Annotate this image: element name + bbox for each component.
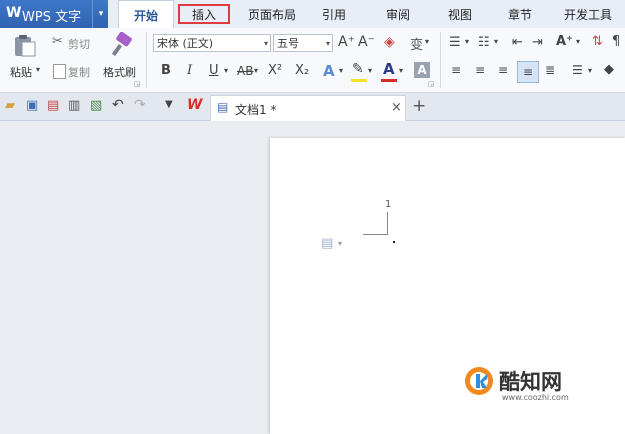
show-marks-icon[interactable]: ¶: [612, 34, 620, 49]
increase-indent-icon[interactable]: ⇥: [532, 35, 543, 50]
phonetic-guide-button[interactable]: 变: [410, 34, 423, 53]
redo-icon[interactable]: ↷: [134, 97, 146, 113]
ribbon-divider: [146, 32, 147, 88]
character-shading-button[interactable]: A: [414, 62, 430, 78]
line-spacing-icon[interactable]: ☰: [572, 63, 583, 77]
chevron-down-icon[interactable]: ▾: [576, 37, 580, 46]
tab-view[interactable]: 视图: [436, 0, 484, 28]
font-size-select[interactable]: 五号 ▾: [273, 34, 333, 52]
italic-button[interactable]: I: [187, 63, 192, 78]
chevron-down-icon[interactable]: ▾: [224, 66, 228, 75]
chevron-down-icon[interactable]: ▾: [399, 66, 403, 75]
tab-review[interactable]: 审阅: [374, 0, 422, 28]
bullet-list-icon[interactable]: ☰: [449, 35, 461, 50]
align-right-icon[interactable]: ≡: [498, 63, 508, 77]
copy-button[interactable]: 复制: [68, 64, 90, 80]
grow-font-button[interactable]: A⁺: [338, 34, 355, 50]
paste-dropdown-icon[interactable]: ▾: [36, 65, 40, 74]
chevron-down-icon: ▾: [325, 39, 330, 48]
paste-button[interactable]: 粘贴: [10, 64, 32, 80]
chevron-down-icon[interactable]: ▾: [425, 37, 429, 46]
text-cursor: [393, 241, 395, 243]
tab-page-layout[interactable]: 页面布局: [238, 0, 306, 28]
font-color-swatch: [381, 79, 397, 82]
format-painter-icon[interactable]: [108, 31, 134, 58]
tab-references[interactable]: 引用: [310, 0, 358, 28]
print-preview-icon[interactable]: ▧: [90, 98, 102, 113]
tab-sections[interactable]: 章节: [496, 0, 544, 28]
subscript-button[interactable]: X₂: [295, 63, 309, 78]
justify-icon[interactable]: ≡: [517, 61, 539, 83]
watermark-brand: 酷知网: [499, 370, 562, 394]
document-icon: ▤: [217, 100, 229, 114]
sort-icon[interactable]: ⇅: [592, 34, 603, 49]
highlighter-icon[interactable]: ✎: [352, 61, 364, 77]
app-menu-button[interactable]: W WPS 文字 ▾: [0, 0, 108, 28]
clear-format-icon[interactable]: ◈: [384, 34, 395, 50]
font-name-select[interactable]: 宋体 (正文) ▾: [153, 34, 271, 52]
chevron-down-icon[interactable]: ▾: [494, 37, 498, 46]
strikethrough-button[interactable]: AB: [237, 64, 253, 78]
document-page[interactable]: 1 酷知网 www.coozhi.com: [270, 138, 625, 434]
new-tab-button[interactable]: +: [412, 96, 426, 116]
shrink-font-button[interactable]: A⁻: [358, 34, 375, 50]
highlight-color-swatch: [351, 79, 367, 82]
app-title: WPS 文字: [22, 10, 82, 25]
tab-insert[interactable]: 插入: [174, 0, 234, 28]
font-color-button[interactable]: A: [383, 60, 395, 78]
font-name-value: 宋体 (正文): [157, 37, 214, 50]
export-pdf-icon[interactable]: ▤: [47, 98, 59, 113]
print-icon[interactable]: ▥: [68, 98, 80, 113]
paragraph-options-icon[interactable]: ▤: [321, 236, 333, 251]
ribbon-divider: [440, 32, 441, 88]
font-launcher-icon[interactable]: ◲: [428, 80, 435, 88]
chevron-down-icon[interactable]: ▾: [368, 66, 372, 75]
margin-corner-mark: [363, 212, 388, 235]
undo-icon[interactable]: ↶: [112, 97, 124, 113]
cut-button[interactable]: 剪切: [68, 36, 90, 52]
scissors-icon[interactable]: ✂: [52, 34, 63, 49]
underline-button[interactable]: U: [209, 63, 219, 78]
paragraph-shading-icon[interactable]: ◆: [604, 62, 614, 77]
tab-home[interactable]: 开始: [118, 0, 174, 29]
document-tab[interactable]: ▤ 文档1 * ×: [210, 95, 406, 121]
text-effect-button[interactable]: A: [323, 62, 335, 80]
font-size-value: 五号: [277, 37, 299, 50]
page-number: 1: [385, 199, 392, 210]
chevron-down-icon[interactable]: ▾: [254, 66, 258, 75]
open-folder-icon[interactable]: ▰: [5, 98, 15, 113]
chevron-down-icon[interactable]: ▾: [339, 66, 343, 75]
chevron-down-icon[interactable]: ▾: [588, 66, 592, 75]
superscript-button[interactable]: X²: [268, 63, 282, 78]
copy-icon[interactable]: [53, 64, 66, 79]
align-left-icon[interactable]: ≡: [451, 63, 461, 77]
tab-developer-tools[interactable]: 开发工具: [556, 0, 620, 28]
wps-logo-icon: W: [6, 5, 22, 21]
chevron-down-icon: ▾: [263, 39, 268, 48]
wps-home-icon[interactable]: W: [187, 97, 202, 113]
watermark-url: www.coozhi.com: [502, 393, 569, 402]
bold-button[interactable]: B: [161, 63, 171, 78]
numbered-list-icon[interactable]: ☷: [478, 35, 490, 50]
clipboard-launcher-icon[interactable]: ◲: [134, 80, 141, 88]
distributed-align-icon[interactable]: ≣: [545, 63, 555, 77]
customize-toolbar-icon[interactable]: ▼: [165, 99, 173, 110]
coozhi-logo-icon: [464, 366, 494, 396]
paste-icon[interactable]: [12, 34, 38, 58]
save-icon[interactable]: ▣: [26, 98, 38, 113]
close-tab-icon[interactable]: ×: [391, 100, 402, 115]
chevron-down-icon[interactable]: ▾: [465, 37, 469, 46]
ribbon-home: 粘贴 ▾ ✂ 剪切 复制 格式刷 ◲ 宋体 (正文) ▾ 五号 ▾ A⁺ A⁻ …: [0, 28, 625, 93]
decrease-indent-icon[interactable]: ⇤: [512, 35, 523, 50]
chevron-down-icon[interactable]: ▾: [338, 239, 342, 248]
align-center-icon[interactable]: ≡: [475, 63, 485, 77]
change-case-icon[interactable]: A⁺: [556, 34, 573, 49]
app-menu-dropdown-icon[interactable]: ▾: [92, 0, 109, 28]
document-tab-title: 文档1 *: [235, 103, 277, 117]
format-painter-button[interactable]: 格式刷: [103, 64, 136, 80]
